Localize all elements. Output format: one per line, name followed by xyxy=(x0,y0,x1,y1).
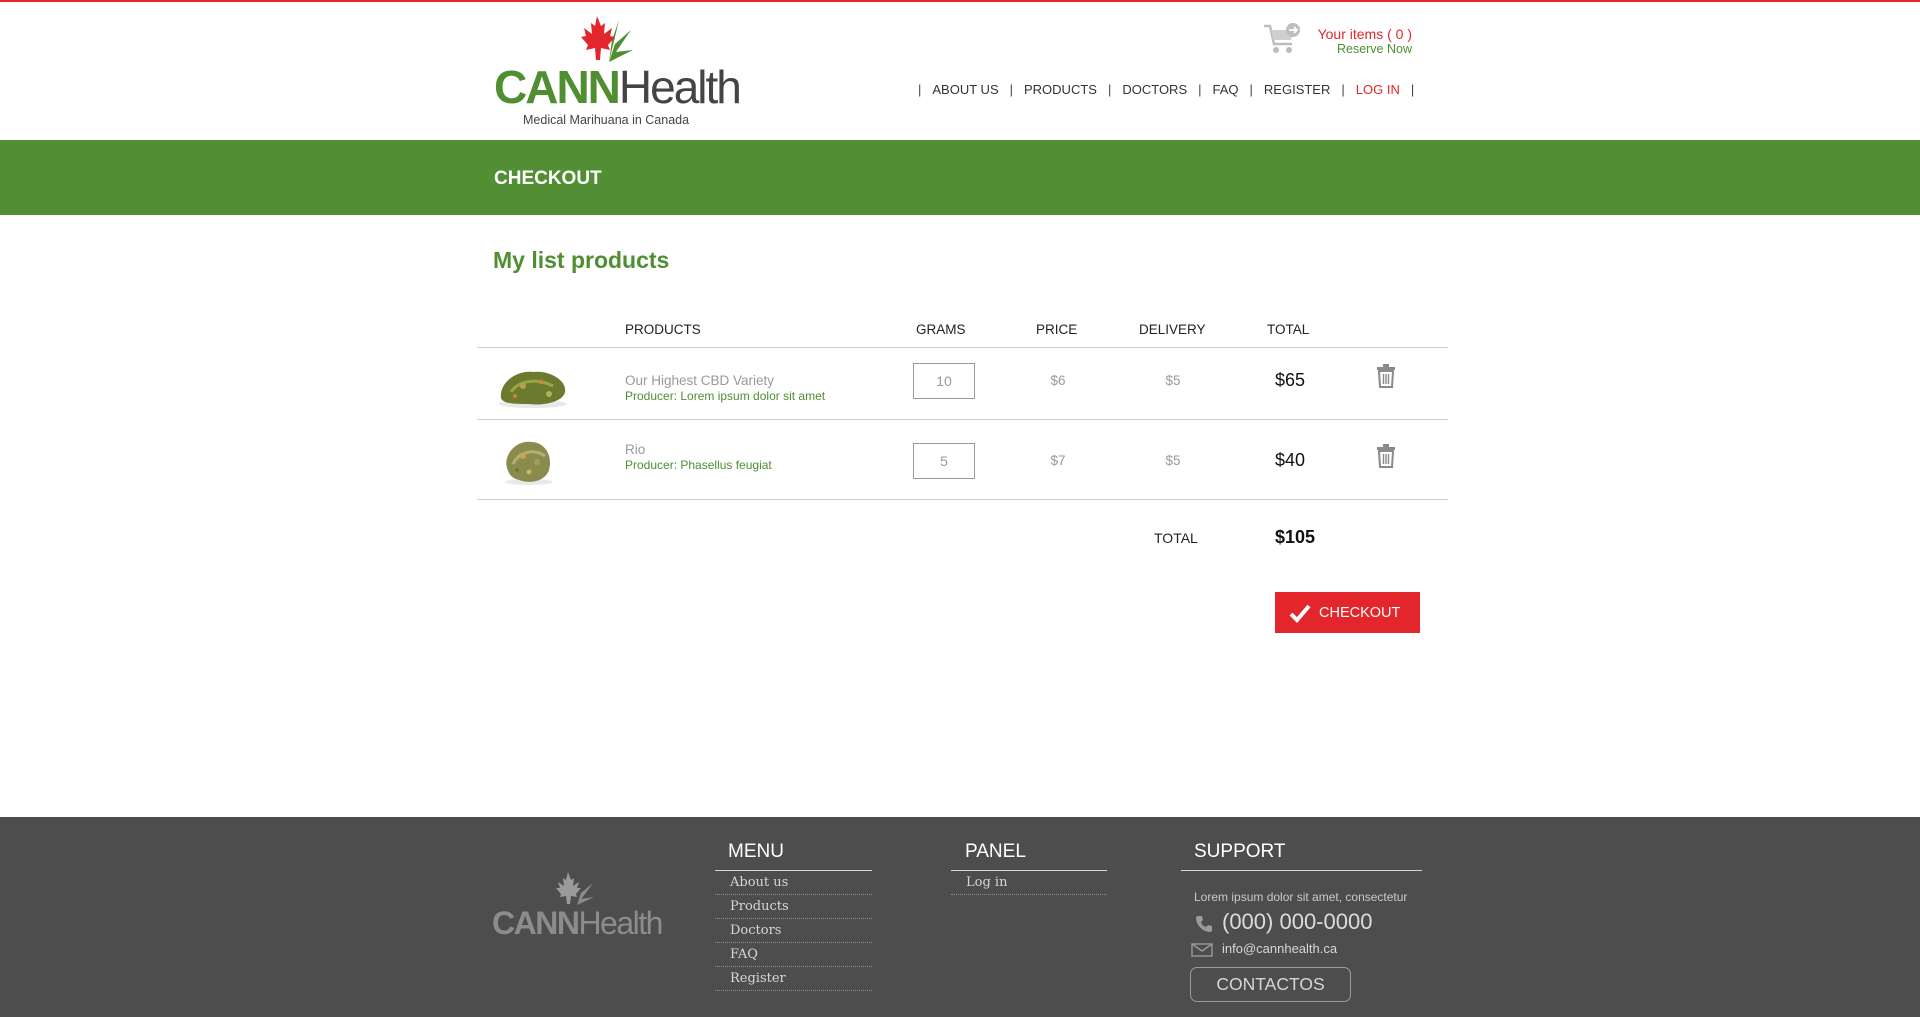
column-header-delivery: DELIVERY xyxy=(1139,322,1206,337)
footer-link-divider xyxy=(715,990,872,991)
support-phone[interactable]: (000) 000-0000 xyxy=(1222,909,1372,935)
footer-link-products[interactable]: Products xyxy=(730,899,789,914)
footer-link-divider xyxy=(715,894,872,895)
nav-item-products[interactable]: PRODUCTS xyxy=(1024,82,1097,97)
contact-button[interactable]: CONTACTOS xyxy=(1190,967,1351,1002)
main-nav: | ABOUT US | PRODUCTS | DOCTORS | FAQ | … xyxy=(918,81,1425,97)
row-total-cell: $65 xyxy=(1275,370,1306,390)
delivery-cell: $5 xyxy=(1165,453,1181,468)
product-producer: Producer: Lorem ipsum dolor sit amet xyxy=(625,389,826,403)
cart-icon[interactable] xyxy=(1262,22,1302,56)
checkout-button[interactable]: CHECKOUT xyxy=(1275,592,1420,633)
support-email[interactable]: info@cannhealth.ca xyxy=(1222,941,1337,956)
footer-link-about-us[interactable]: About us xyxy=(730,875,788,890)
leaf-logo-icon xyxy=(581,16,633,62)
nav-item-doctors[interactable]: DOCTORS xyxy=(1122,82,1187,97)
page-title: CHECKOUT xyxy=(494,168,602,189)
footer-logo-wordmark: CANNHealth xyxy=(492,905,663,941)
reserve-now-link[interactable]: Reserve Now xyxy=(1300,42,1412,56)
footer-panel-title: PANEL xyxy=(965,841,1026,862)
nav-separator: | xyxy=(1249,81,1253,97)
product-image xyxy=(499,371,567,408)
section-title: My list products xyxy=(493,247,670,273)
site-logo[interactable]: CANNHealth Medical Marihuana in Canada xyxy=(494,14,742,130)
footer-support-rule xyxy=(1181,870,1422,871)
footer-menu-rule xyxy=(715,870,872,871)
price-cell: $6 xyxy=(1050,373,1066,388)
product-name[interactable]: Rio xyxy=(625,442,645,457)
footer-link-faq[interactable]: FAQ xyxy=(730,947,758,962)
nav-item-log-in[interactable]: LOG IN xyxy=(1356,82,1400,97)
product-name[interactable]: Our Highest CBD Variety xyxy=(625,373,774,388)
logo-cann-text: CANN xyxy=(494,61,621,113)
footer-link-divider xyxy=(715,966,872,967)
product-image xyxy=(505,441,553,485)
mail-icon xyxy=(1191,943,1213,957)
footer-link-register[interactable]: Register xyxy=(730,971,786,986)
footer-logo[interactable]: CANNHealth xyxy=(492,871,672,941)
table-divider xyxy=(477,419,1448,420)
leaf-logo-icon xyxy=(556,872,594,905)
grams-input[interactable] xyxy=(913,443,975,479)
grand-total-value: $105 xyxy=(1275,527,1316,547)
price-cell: $7 xyxy=(1050,453,1066,468)
nav-separator: | xyxy=(1341,81,1345,97)
logo-health-text: Health xyxy=(618,61,742,113)
table-row: Rio Producer: Phasellus feugiat $7 $5 $4… xyxy=(477,428,1448,508)
cart-items-count[interactable]: Your items ( 0 ) xyxy=(1300,26,1412,42)
footer-link-doctors[interactable]: Doctors xyxy=(730,923,781,938)
page-banner: CHECKOUT xyxy=(0,140,1920,215)
grams-input[interactable] xyxy=(913,363,975,399)
checkout-button-label: CHECKOUT xyxy=(1319,604,1401,621)
nav-item-register[interactable]: REGISTER xyxy=(1264,82,1330,97)
footer-link-divider xyxy=(951,894,1107,895)
footer-menu-title: MENU xyxy=(728,841,784,862)
delivery-cell: $5 xyxy=(1165,373,1181,388)
footer-link-log-in[interactable]: Log in xyxy=(966,875,1007,890)
trash-icon[interactable] xyxy=(1376,364,1396,388)
nav-separator: | xyxy=(1198,81,1202,97)
column-header-products: PRODUCTS xyxy=(625,322,701,337)
support-description: Lorem ipsum dolor sit amet, consectetur xyxy=(1194,890,1408,904)
nav-separator: | xyxy=(918,81,922,97)
column-header-price: PRICE xyxy=(1036,322,1078,337)
nav-separator: | xyxy=(1410,81,1415,97)
footer-link-divider xyxy=(715,918,872,919)
nav-item-faq[interactable]: FAQ xyxy=(1213,82,1239,97)
table-divider xyxy=(477,499,1448,500)
footer-panel-rule xyxy=(951,870,1107,871)
nav-separator: | xyxy=(1107,81,1112,97)
column-header-total: TOTAL xyxy=(1267,322,1310,337)
logo-health-text: Health xyxy=(578,905,663,941)
nav-item-about-us[interactable]: ABOUT US xyxy=(932,82,998,97)
trash-icon[interactable] xyxy=(1376,444,1396,468)
site-footer: CANNHealth MENU About us Products Doctor… xyxy=(0,817,1920,1017)
footer-support-title: SUPPORT xyxy=(1194,841,1286,862)
row-total-cell: $40 xyxy=(1275,450,1306,470)
phone-icon xyxy=(1196,916,1212,932)
logo-wordmark: CANNHealth xyxy=(494,61,742,113)
logo-cann-text: CANN xyxy=(492,905,580,941)
column-header-grams: GRAMS xyxy=(916,322,966,337)
grand-total-label: TOTAL xyxy=(1154,530,1198,546)
table-row: Our Highest CBD Variety Producer: Lorem … xyxy=(477,348,1448,428)
footer-link-divider xyxy=(715,942,872,943)
product-producer: Producer: Phasellus feugiat xyxy=(625,458,772,472)
top-accent-line xyxy=(0,0,1920,2)
nav-separator: | xyxy=(1009,81,1013,97)
logo-tagline: Medical Marihuana in Canada xyxy=(523,113,690,127)
checkmark-icon xyxy=(1289,603,1311,623)
